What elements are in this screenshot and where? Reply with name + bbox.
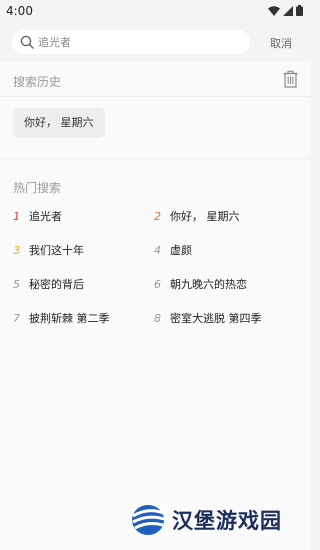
hot-item-8[interactable]: 8 密室大逃脱 第四季 — [154, 310, 262, 326]
wifi-icon — [268, 5, 280, 16]
hot-item-label: 追光者 — [29, 210, 62, 223]
hot-item-label: 朝九晚六的热恋 — [170, 278, 247, 291]
status-time: 4:00 — [6, 4, 33, 18]
hot-item-4[interactable]: 4 虚颜 — [154, 242, 192, 258]
signal-icon — [283, 5, 293, 16]
history-chip[interactable]: 你好， 星期六 — [13, 108, 105, 138]
watermark-text: 汉堡游戏园 — [172, 508, 282, 533]
search-box[interactable] — [12, 30, 250, 54]
rank-number: 4 — [154, 244, 161, 257]
rank-number: 8 — [154, 312, 161, 325]
rank-number: 6 — [154, 278, 161, 291]
hot-item-label: 秘密的背后 — [29, 278, 84, 291]
battery-icon — [296, 5, 303, 16]
hot-item-7[interactable]: 7 披荆斩棘 第二季 — [13, 310, 110, 326]
rank-number: 5 — [13, 278, 20, 291]
hot-item-5[interactable]: 5 秘密的背后 — [13, 276, 84, 292]
search-bar: 取消 — [0, 24, 309, 60]
hot-search-section: 热门搜索 1 追光者 2 你好， 星期六 3 我们这十年 4 虚颜 5 秘密的背后 6 朝九… — [0, 160, 309, 550]
hot-item-label: 你好， 星期六 — [170, 210, 240, 223]
hot-item-2[interactable]: 2 你好， 星期六 — [154, 208, 240, 224]
rank-number: 2 — [154, 210, 161, 223]
hot-item-label: 虚颜 — [170, 244, 192, 257]
hot-search-title: 热门搜索 — [13, 181, 62, 195]
rank-number: 1 — [13, 210, 20, 223]
hot-item-3[interactable]: 3 我们这十年 — [13, 242, 84, 258]
cancel-button[interactable]: 取消 — [270, 35, 292, 51]
hot-item-label: 披荆斩棘 第二季 — [29, 312, 110, 325]
search-input[interactable] — [38, 32, 243, 52]
hot-item-6[interactable]: 6 朝九晚六的热恋 — [154, 276, 247, 292]
watermark-logo-icon — [132, 505, 165, 535]
search-icon — [20, 35, 34, 49]
status-bar: 4:00 — [0, 0, 309, 24]
trash-icon[interactable] — [283, 70, 298, 88]
search-history-title: 搜索历史 — [13, 75, 62, 89]
hot-item-label: 我们这十年 — [29, 244, 84, 257]
rank-number: 7 — [13, 312, 20, 325]
hot-item-label: 密室大逃脱 第四季 — [170, 312, 262, 325]
divider — [0, 96, 309, 97]
hot-item-1[interactable]: 1 追光者 — [13, 208, 62, 224]
rank-number: 3 — [13, 244, 20, 257]
search-history-section: 搜索历史 你好， 星期六 — [0, 62, 309, 158]
watermark: 汉堡游戏园 — [130, 503, 282, 537]
status-icons — [268, 5, 303, 16]
